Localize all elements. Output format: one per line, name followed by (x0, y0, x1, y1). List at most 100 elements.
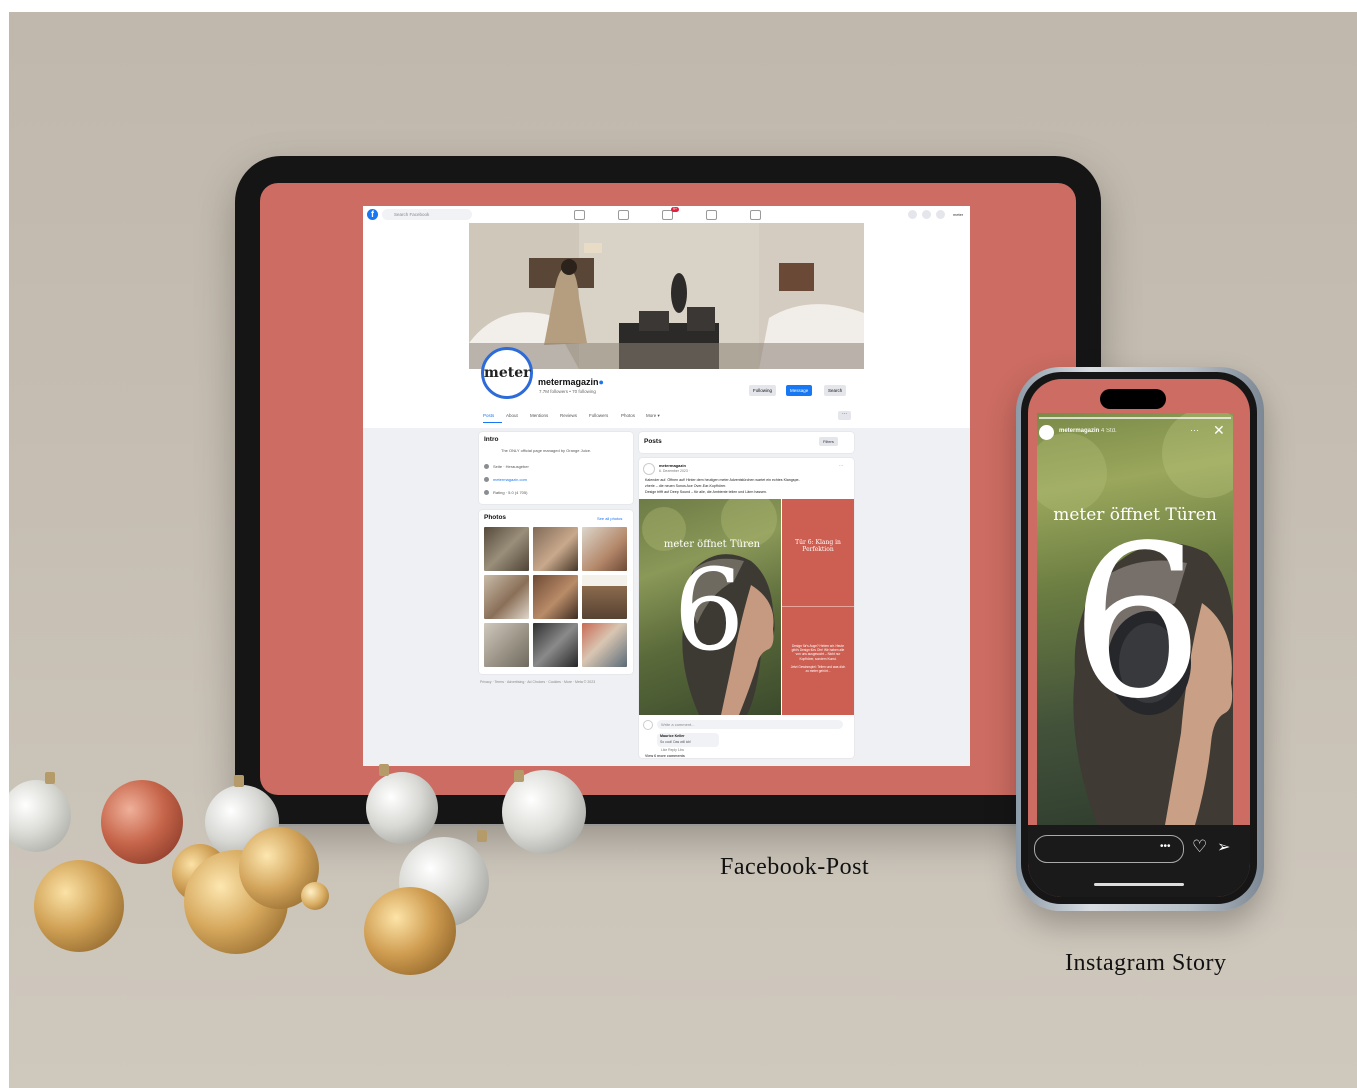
instagram-story-caption: Instagram Story (1065, 950, 1227, 976)
tab-more[interactable]: More ▾ (646, 413, 660, 419)
story-options-icon[interactable]: ··· (1190, 425, 1199, 435)
photo-thumbnail[interactable] (484, 527, 529, 571)
follower-count[interactable]: 7.7M followers • 70 following (539, 389, 596, 394)
legal-footer-links[interactable]: Privacy · Terms · Advertising · Ad Choic… (480, 680, 595, 684)
comment-author[interactable]: Maurice Keller (660, 734, 685, 738)
copper-ornament (101, 780, 183, 864)
view-more-comments-link[interactable]: View 6 more comments (645, 754, 685, 758)
story-username[interactable]: metermagazin 4 Std. (1059, 428, 1117, 434)
story-progress-bar (1039, 417, 1231, 419)
page-avatar[interactable]: meter (481, 347, 533, 399)
see-all-photos-link[interactable]: See all photos (597, 516, 622, 521)
heart-icon[interactable]: ♡ (1192, 837, 1207, 857)
page-name: metermagazin● (538, 377, 604, 387)
post-author-avatar[interactable] (643, 463, 655, 475)
ornament-cap (379, 764, 389, 776)
silver-ornament (9, 780, 71, 852)
info-icon (484, 464, 489, 469)
tab-photos[interactable]: Photos (621, 413, 635, 418)
photo-thumbnail[interactable] (582, 527, 627, 571)
menu-grid-icon[interactable] (908, 210, 917, 219)
ornament-cap (477, 830, 487, 842)
phone-bezel: metermagazin 4 Std. ··· ✕ meter öffnet T… (1021, 372, 1257, 904)
facebook-search-input[interactable]: Search Facebook (382, 209, 472, 220)
intro-heading: Intro (484, 436, 499, 443)
verified-icon: ● (598, 377, 604, 387)
story-username-text: metermagazin (1059, 428, 1100, 434)
reply-more-icon[interactable]: ••• (1160, 841, 1171, 852)
door-body-second: Jetzt Gewinnspiel: Teilen und was dich z… (790, 665, 846, 674)
advent-door-panel: Tür 6: Klang in Perfektion Design für's … (782, 499, 854, 715)
story-reply-bar: ••• ♡ ➢ (1028, 825, 1250, 897)
tab-posts[interactable]: Posts (483, 413, 494, 418)
tab-mentions[interactable]: Mentions (530, 413, 548, 418)
active-tab-indicator (483, 422, 502, 423)
post-text-line: zherle – die neuen Sonos Ace Over-Ear-Ko… (645, 484, 727, 488)
dynamic-island (1100, 389, 1166, 409)
website-link[interactable]: metermagazin.com (493, 477, 527, 482)
ornament-cap (45, 772, 55, 784)
photo-thumbnail[interactable] (533, 527, 578, 571)
cover-photo-illustration (469, 223, 864, 369)
product-mockup-scene: f Search Facebook 9+ meter meter meterma… (9, 12, 1357, 1088)
close-icon[interactable]: ✕ (1213, 422, 1225, 439)
ornament-cap (234, 775, 244, 787)
more-options-button[interactable]: ··· (838, 411, 851, 420)
photo-thumbnail[interactable] (484, 575, 529, 619)
page-rating: Rating · 5.0 (4 705) (493, 490, 528, 495)
tablet-device: f Search Facebook 9+ meter meter meterma… (235, 156, 1101, 824)
tab-reviews[interactable]: Reviews (560, 413, 577, 418)
send-icon[interactable]: ➢ (1217, 837, 1230, 857)
facebook-logo-icon[interactable]: f (367, 209, 378, 220)
intro-card: Intro The ONLY official page managed by … (479, 432, 633, 504)
home-indicator (1094, 883, 1184, 886)
notifications-icon[interactable] (936, 210, 945, 219)
search-page-button[interactable]: Search (824, 385, 847, 396)
panel-divider (782, 606, 854, 607)
photo-thumbnail[interactable] (582, 623, 627, 667)
post-author[interactable]: metermagazin (659, 463, 686, 468)
post-date[interactable]: 6. Dezember 2023 · (659, 469, 690, 473)
marketplace-icon[interactable] (706, 210, 717, 220)
post-options-icon[interactable]: ··· (839, 463, 843, 468)
gold-ornament (34, 860, 124, 952)
smartphone-device: metermagazin 4 Std. ··· ✕ meter öffnet T… (1016, 367, 1264, 911)
gaming-icon[interactable] (750, 210, 761, 220)
intro-description: The ONLY official page managed by Orange… (501, 448, 592, 453)
photo-thumbnail[interactable] (533, 623, 578, 667)
home-icon[interactable] (574, 210, 585, 220)
small-gold-bead (301, 882, 329, 910)
message-button[interactable]: Message (786, 385, 813, 396)
following-button[interactable]: Following (749, 385, 777, 396)
facebook-post-caption: Facebook-Post (720, 854, 870, 880)
photo-thumbnail[interactable] (484, 623, 529, 667)
phone-screen: metermagazin 4 Std. ··· ✕ meter öffnet T… (1028, 379, 1250, 897)
facebook-page-screenshot: f Search Facebook 9+ meter meter meterma… (363, 206, 970, 766)
story-avatar[interactable] (1039, 425, 1054, 440)
tab-followers[interactable]: Followers (589, 413, 608, 418)
comment-actions[interactable]: Like Reply 14w (661, 748, 684, 752)
post-image[interactable]: meter öffnet Türen 6 Tür 6: Klang in Per… (639, 499, 854, 715)
post-text-line: Design trifft auf Deep Sound – für alle,… (645, 490, 767, 494)
instagram-story[interactable]: metermagazin 4 Std. ··· ✕ meter öffnet T… (1037, 413, 1233, 825)
account-name[interactable]: meter (953, 210, 963, 219)
facebook-post: metermagazin 6. Dezember 2023 · ··· Kale… (639, 458, 854, 758)
page-name-text: metermagazin (538, 377, 599, 387)
gold-ornament (364, 887, 456, 975)
globe-icon (484, 477, 489, 482)
photo-thumbnail[interactable] (533, 575, 578, 619)
messenger-icon[interactable] (922, 210, 931, 219)
door-body: Design für's Auge? Heben wir. Heute gibt… (791, 644, 845, 661)
cover-photo[interactable] (469, 223, 864, 369)
door-title: Tür 6: Klang in Perfektion (795, 539, 841, 553)
photo-thumbnail[interactable] (582, 575, 627, 619)
post-image-number: 6 (673, 546, 745, 676)
friends-icon[interactable] (618, 210, 629, 220)
commenter-avatar (643, 720, 653, 730)
comment-input[interactable]: Write a comment... (657, 720, 843, 729)
tab-about[interactable]: About (506, 413, 518, 418)
filters-button[interactable]: Filters (819, 437, 838, 446)
page-category: Seite · Herausgeber (493, 464, 529, 469)
posts-heading: Posts (644, 438, 662, 445)
ornament-cap (514, 770, 524, 782)
